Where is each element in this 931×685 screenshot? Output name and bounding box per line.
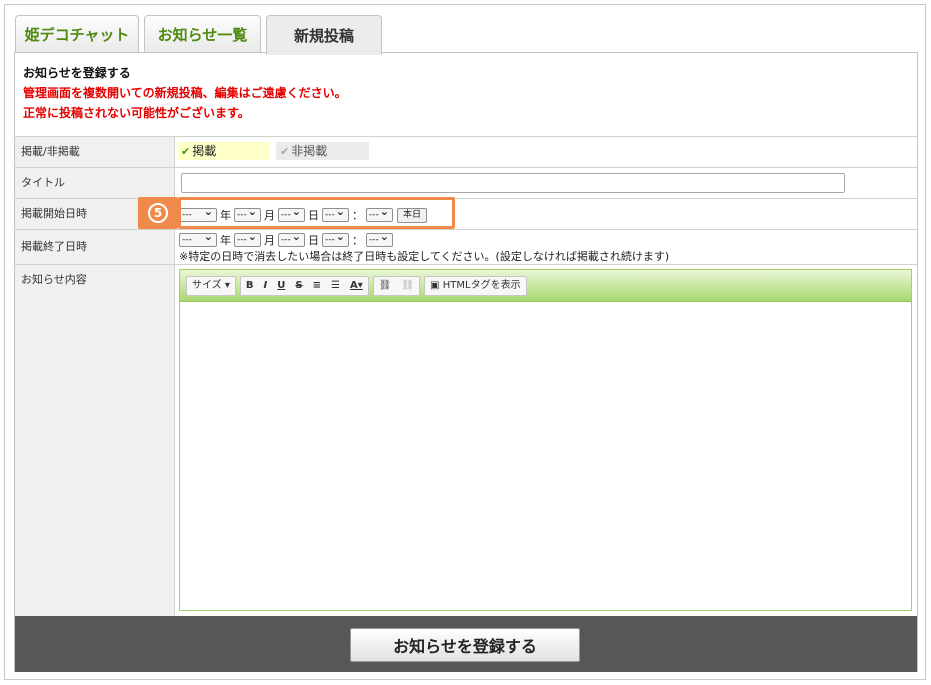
bold-button[interactable]: B <box>241 277 259 295</box>
warning-line-1: 管理画面を複数開いての新規投稿、編集はご遠慮ください。 <box>23 86 347 100</box>
intro-block: お知らせを登録する 管理画面を複数開いての新規投稿、編集はご遠慮ください。 正常… <box>23 63 347 123</box>
page-frame: 姫デコチャット お知らせ一覧 新規投稿 お知らせを登録する 管理画面を複数開いて… <box>4 4 926 680</box>
row-content: お知らせ内容 サイズ ▾ B I U S ≡ ☰ A▾ ⛓ ⛓ ▣ HTMLタグ… <box>15 264 917 616</box>
visibility-on-option[interactable]: ✔ 掲載 <box>177 142 270 160</box>
form-title: お知らせを登録する <box>23 66 131 80</box>
check-icon: ✔ <box>181 145 191 158</box>
tab-new-post[interactable]: 新規投稿 <box>266 15 382 55</box>
month-unit: 月 <box>264 234 275 247</box>
register-notice-button[interactable]: お知らせを登録する <box>350 628 580 662</box>
underline-button[interactable]: U <box>272 277 290 295</box>
size-group: サイズ ▾ <box>186 275 236 296</box>
link-icon[interactable]: ⛓ <box>374 277 397 295</box>
title-input[interactable] <box>181 173 845 193</box>
italic-button[interactable]: I <box>259 277 273 295</box>
visibility-on-label: 掲載 <box>192 144 217 158</box>
end-year-select[interactable]: --- <box>179 231 217 247</box>
end-day-select[interactable]: --- <box>278 231 305 247</box>
tab-hime-deco-chat[interactable]: 姫デコチャット <box>15 15 139 53</box>
row-visibility: 掲載/非掲載 ✔ 掲載 ✔ 非掲載 <box>15 136 917 167</box>
strikethrough-button[interactable]: S <box>290 277 307 295</box>
row-title: タイトル <box>15 167 917 198</box>
font-size-dropdown[interactable]: サイズ ▾ <box>187 277 235 295</box>
visibility-label: 掲載/非掲載 <box>15 137 175 167</box>
end-hour-select[interactable]: --- <box>322 231 349 247</box>
highlight-box <box>178 197 455 229</box>
check-icon: ✔ <box>280 145 290 158</box>
tab-notice-list[interactable]: お知らせ一覧 <box>144 15 261 53</box>
content-editor: サイズ ▾ B I U S ≡ ☰ A▾ ⛓ ⛓ ▣ HTMLタグを表示 <box>179 269 912 611</box>
day-unit: 日 <box>308 234 319 247</box>
step-number: 5 <box>148 203 168 223</box>
end-datetime-label: 掲載終了日時 <box>15 230 175 264</box>
document-icon: ▣ <box>430 279 440 291</box>
editor-body[interactable] <box>180 303 911 610</box>
format-group: B I U S ≡ ☰ A▾ <box>239 275 369 296</box>
align-center-button[interactable]: ≡ <box>308 277 326 295</box>
align-justify-button[interactable]: ☰ <box>326 277 345 295</box>
html-view-label: HTMLタグを表示 <box>442 279 521 291</box>
visibility-off-option[interactable]: ✔ 非掲載 <box>276 142 369 160</box>
font-color-button[interactable]: A▾ <box>345 277 368 295</box>
warning-line-2: 正常に投稿されない可能性がございます。 <box>23 106 250 120</box>
end-month-select[interactable]: --- <box>234 231 261 247</box>
editor-toolbar: サイズ ▾ B I U S ≡ ☰ A▾ ⛓ ⛓ ▣ HTMLタグを表示 <box>180 270 911 302</box>
html-view-button[interactable]: ▣ HTMLタグを表示 <box>425 277 525 295</box>
footer-bar: お知らせを登録する <box>15 616 917 672</box>
unlink-icon[interactable]: ⛓ <box>396 277 419 295</box>
title-label: タイトル <box>15 168 175 198</box>
step-number-badge: 5 <box>138 197 178 229</box>
end-datetime-selects: --- 年 --- 月 --- 日 --- ： --- <box>179 231 393 248</box>
form-panel: お知らせを登録する 管理画面を複数開いての新規投稿、編集はご遠慮ください。 正常… <box>14 52 918 672</box>
time-colon: ： <box>352 234 363 247</box>
link-group: ⛓ ⛓ <box>372 275 421 296</box>
content-label: お知らせ内容 <box>15 265 175 616</box>
html-group: ▣ HTMLタグを表示 <box>424 275 527 296</box>
end-datetime-note: ※特定の日時で消去したい場合は終了日時も設定してください。(設定しなければ掲載さ… <box>179 250 670 263</box>
visibility-off-label: 非掲載 <box>291 144 328 158</box>
row-end-datetime: 掲載終了日時 --- 年 --- 月 --- 日 --- ： --- ※特定の日… <box>15 229 917 264</box>
end-minute-select[interactable]: --- <box>366 231 393 247</box>
year-unit: 年 <box>220 234 231 247</box>
